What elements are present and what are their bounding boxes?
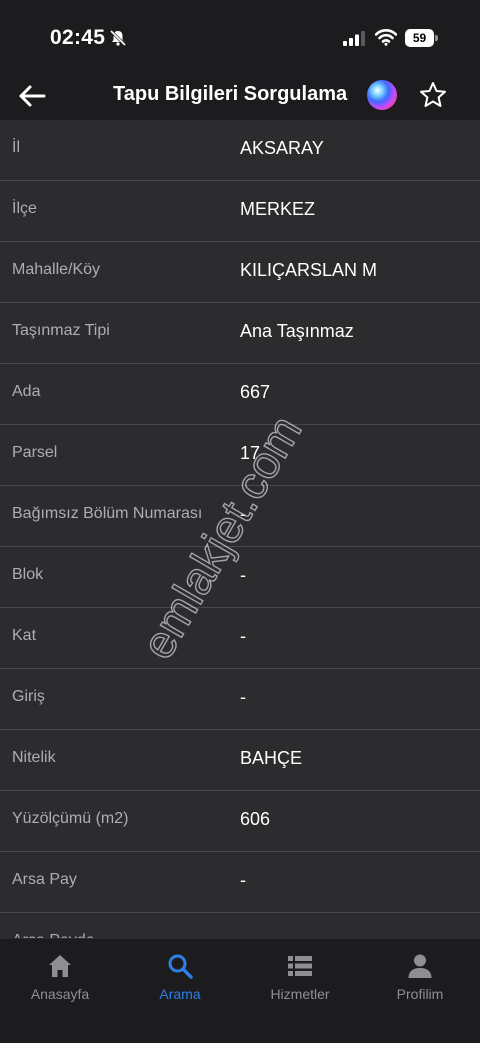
battery-tip (435, 35, 438, 41)
tab-hizmetler[interactable]: Hizmetler (240, 939, 360, 1009)
row-value: KILIÇARSLAN M (240, 260, 378, 280)
row-value: BAHÇE (240, 748, 303, 768)
row-label: Nitelik (12, 749, 56, 766)
row-label: Bağımsız Bölüm Numarası (12, 505, 203, 522)
wifi-icon (375, 29, 397, 46)
row-value: - (240, 565, 246, 585)
row-label: Mahalle/Köy (12, 261, 101, 278)
tab-arama[interactable]: Arama (120, 939, 240, 1009)
detail-row-mahalle: Mahalle/Köy KILIÇARSLAN M (0, 242, 480, 303)
row-label: Blok (12, 566, 44, 583)
tab-label: Profilim (396, 986, 444, 1002)
detail-row-parsel: Parsel 17 (0, 425, 480, 486)
tab-label: Hizmetler (270, 986, 330, 1002)
row-value: AKSARAY (240, 138, 324, 158)
profile-icon (408, 954, 432, 978)
favorite-star-icon[interactable] (418, 80, 448, 110)
bottom-tab-bar: Anasayfa Arama Hizmetler Profilim (0, 938, 480, 1043)
row-value: MERKEZ (240, 199, 316, 219)
tab-anasayfa[interactable]: Anasayfa (0, 939, 120, 1009)
row-value: 606 (240, 809, 271, 829)
row-value: - (240, 626, 246, 646)
tab-profilim[interactable]: Profilim (360, 939, 480, 1009)
detail-row-bagimsiz-bolum: Bağımsız Bölüm Numarası - (0, 486, 480, 547)
row-label: Parsel (12, 444, 58, 461)
row-label: Giriş (12, 688, 45, 705)
bell-slash-icon (109, 29, 127, 47)
navigation-bar: Tapu Bilgileri Sorgulama (0, 74, 480, 120)
row-value: Ana Taşınmaz (240, 321, 354, 341)
property-details-list[interactable]: İl AKSARAY İlçe MERKEZ Mahalle/Köy KILIÇ… (0, 120, 480, 938)
detail-row-kat: Kat - (0, 608, 480, 669)
detail-row-arsa-pay: Arsa Pay - (0, 852, 480, 913)
detail-row-ilce: İlçe MERKEZ (0, 181, 480, 242)
list-icon (288, 956, 312, 976)
status-bar: 02:45 59 (0, 0, 480, 74)
detail-row-il: İl AKSARAY (0, 120, 480, 181)
row-label: Arsa Pay (12, 871, 77, 888)
tab-label: Anasayfa (30, 986, 90, 1002)
row-value: - (240, 870, 246, 890)
row-label: İlçe (12, 200, 37, 217)
battery-level: 59 (405, 29, 434, 47)
page-title: Tapu Bilgileri Sorgulama (113, 83, 348, 105)
detail-row-blok: Blok - (0, 547, 480, 608)
row-value: - (240, 504, 246, 524)
search-icon (168, 954, 193, 979)
detail-row-nitelik: Nitelik BAHÇE (0, 730, 480, 791)
home-icon (49, 955, 71, 977)
detail-row-yuzolcumu: Yüzölçümü (m2) 606 (0, 791, 480, 852)
back-arrow-icon[interactable] (16, 80, 48, 112)
battery-indicator: 59 (405, 29, 438, 47)
status-time: 02:45 (50, 26, 106, 49)
row-label: Yüzölçümü (m2) (12, 810, 129, 827)
row-label: İl (12, 139, 20, 156)
row-label: Ada (12, 383, 41, 400)
row-label: Taşınmaz Tipi (12, 322, 110, 339)
cellular-signal-icon (343, 31, 365, 46)
row-value: - (240, 687, 246, 707)
detail-row-giris: Giriş - (0, 669, 480, 730)
row-label: Kat (12, 627, 37, 644)
detail-row-arsa-payda: Arsa Payda (0, 913, 480, 938)
row-label: Arsa Payda (12, 913, 95, 938)
tab-label: Arama (159, 986, 201, 1002)
detail-row-tasinmaz-tipi: Taşınmaz Tipi Ana Taşınmaz (0, 303, 480, 364)
row-value: 667 (240, 382, 271, 402)
row-value: 17 (240, 443, 261, 463)
detail-row-ada: Ada 667 (0, 364, 480, 425)
siri-icon[interactable] (367, 80, 397, 110)
